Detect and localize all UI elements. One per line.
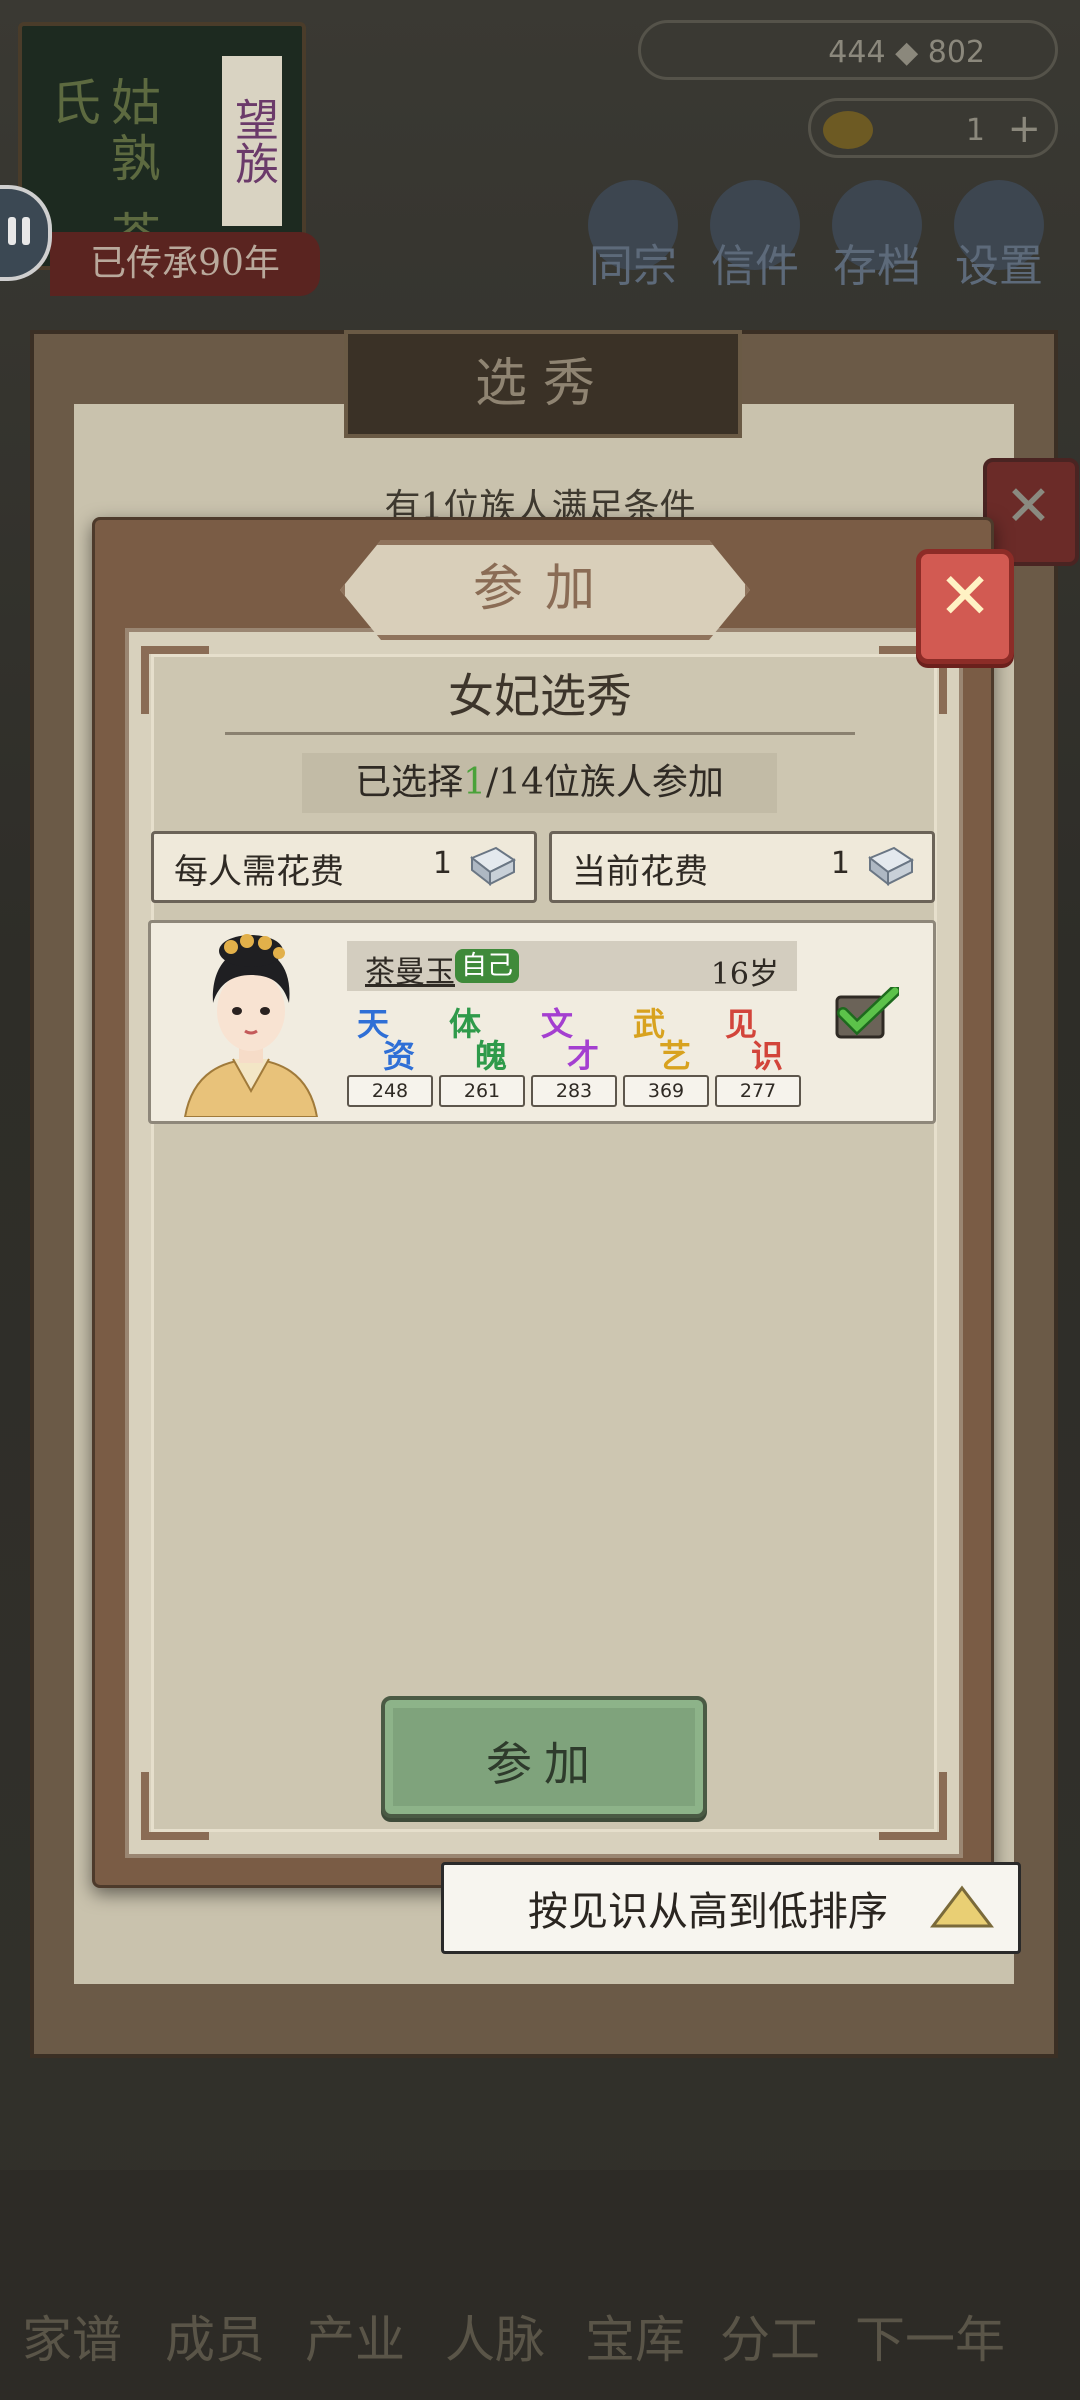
nav-network[interactable]: 人脉	[445, 2300, 545, 2372]
stat-value: 261	[439, 1075, 525, 1107]
join-button-label: 参加	[486, 1737, 602, 1791]
stat-literary: 文 才 283	[531, 999, 617, 1107]
nav-industry[interactable]: 产业	[305, 2300, 405, 2372]
selected-prefix: 已选择	[355, 762, 464, 803]
menu-letter[interactable]: 信件	[700, 180, 810, 294]
inherit-label: 已传承90年	[50, 232, 320, 296]
clan-tag: 望族	[222, 56, 282, 226]
cost-per-person: 每人需花费 1	[151, 831, 537, 903]
silver-ingot-icon	[868, 846, 914, 887]
close-button[interactable]: ✕	[916, 549, 1014, 664]
self-badge: 自己	[455, 949, 520, 983]
member-avatar	[183, 934, 319, 1117]
current-cost-value: 1	[830, 846, 850, 881]
corner-ornament	[879, 1772, 947, 1840]
gold-bar: 1 +	[808, 98, 1058, 158]
sort-triangle-icon[interactable]	[930, 1885, 994, 1929]
stat-label: 见 识	[715, 999, 801, 1075]
stat-physique: 体 魄 261	[439, 999, 525, 1107]
cost-per-person-value: 1	[432, 846, 452, 881]
selected-number: 1	[463, 762, 486, 803]
sort-tooltip[interactable]: 按见识从高到低排序	[441, 1862, 1021, 1954]
menu-clan[interactable]: 同宗	[578, 180, 688, 294]
stat-label: 武 艺	[623, 999, 709, 1075]
stat-label: 体 魄	[439, 999, 525, 1075]
currency-value: 444	[828, 35, 886, 70]
member-name[interactable]: 茶曼玉	[365, 947, 455, 991]
member-age: 16岁	[710, 957, 779, 992]
stat-martial: 武 艺 369	[623, 999, 709, 1107]
cost-per-person-label: 每人需花费	[174, 852, 344, 892]
selected-checkbox[interactable]	[835, 987, 899, 1039]
silver-ingot-icon	[470, 846, 516, 887]
nav-division[interactable]: 分工	[720, 2300, 820, 2372]
stat-label-char: 资	[383, 1037, 416, 1075]
gold-value: 1	[965, 113, 985, 148]
stat-value: 277	[715, 1075, 801, 1107]
nav-next-year[interactable]: 下一年	[855, 2300, 1005, 2372]
stat-label-char: 识	[751, 1037, 784, 1075]
currency-bar: 444 ◆ 802	[638, 20, 1058, 80]
dialog-title: 参加	[340, 540, 750, 640]
nav-treasury[interactable]: 宝库	[585, 2300, 685, 2372]
menu-label: 存档	[833, 241, 921, 292]
add-gold-button[interactable]: +	[1007, 109, 1041, 149]
close-icon: ✕	[938, 560, 992, 634]
current-cost: 当前花费 1	[549, 831, 935, 903]
current-cost-label: 当前花费	[572, 852, 708, 892]
currency-value-2: 802	[927, 35, 985, 70]
menu-save[interactable]: 存档	[822, 180, 932, 294]
stat-label-char: 才	[567, 1037, 600, 1075]
gold-icon	[823, 111, 873, 149]
menu-label: 设置	[955, 241, 1043, 292]
member-name-bar: 茶曼玉 自己 16岁	[347, 941, 797, 992]
corner-ornament	[141, 1772, 209, 1840]
stat-label: 天 资	[347, 999, 433, 1075]
stat-value: 369	[623, 1075, 709, 1107]
dialog-title-text: 参加	[473, 559, 617, 617]
menu-label: 信件	[711, 241, 799, 292]
selected-suffix: /14位族人参加	[485, 762, 724, 803]
menu-label: 同宗	[589, 241, 677, 292]
menu-settings[interactable]: 设置	[944, 180, 1054, 294]
top-bar: 姑孰 茶氏 望族 已传承90年 444 ◆ 802 1 + 同宗 信件 存档 设…	[0, 0, 1080, 320]
stat-label: 文 才	[531, 999, 617, 1075]
stat-label-char: 艺	[659, 1037, 692, 1075]
sort-tooltip-text: 按见识从高到低排序	[528, 1889, 888, 1935]
background-window-title: 选秀	[344, 330, 742, 438]
join-button[interactable]: 参加	[381, 1696, 707, 1818]
silver-icon: ◆	[895, 35, 919, 70]
title-divider	[225, 712, 855, 735]
stat-talent: 天 资 248	[347, 999, 433, 1107]
stat-value: 283	[531, 1075, 617, 1107]
nav-family-tree[interactable]: 家谱	[22, 2300, 122, 2372]
stat-value: 248	[347, 1075, 433, 1107]
stat-insight: 见 识 277	[715, 999, 801, 1107]
selected-count: 已选择1/14位族人参加	[302, 753, 777, 813]
member-card[interactable]: 茶曼玉 自己 16岁 天 资 248 体 魄 261 文 才 283 武 艺 3…	[148, 920, 936, 1124]
stat-label-char: 魄	[475, 1037, 508, 1075]
nav-members[interactable]: 成员	[165, 2300, 265, 2372]
